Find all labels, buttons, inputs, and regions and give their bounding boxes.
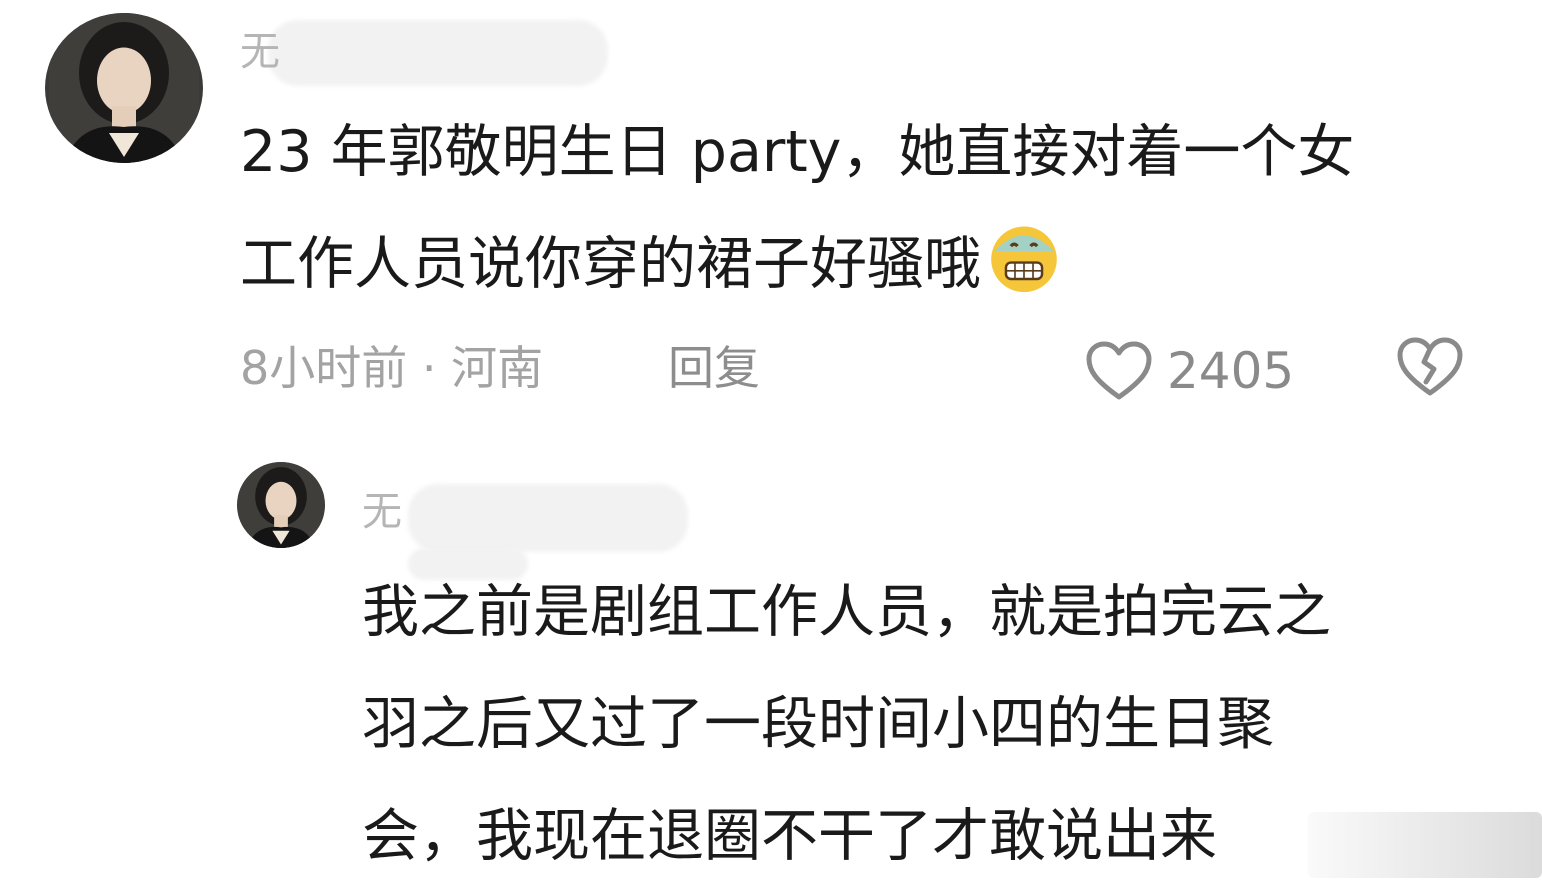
like-button[interactable]: 2405 [1085, 340, 1294, 402]
meta-separator: · [421, 341, 437, 395]
reply-username[interactable]: 无 [362, 488, 402, 536]
comment-meta: 8小时前 · 河南 [240, 340, 543, 396]
comment-text-line-2: 工作人员说你穿的裙子好骚哦 [240, 208, 1065, 320]
comment-location: 河南 [451, 341, 544, 395]
dislike-button[interactable] [1396, 336, 1464, 398]
reply-text-line-3: 会，我现在退圈不干了才敢说出来 [362, 803, 1217, 869]
like-count: 2405 [1167, 342, 1295, 400]
avatar-portrait-icon [49, 13, 199, 163]
reply-username-redaction [408, 484, 688, 552]
reply-text-line-1: 我之前是剧组工作人员，就是拍完云之 [362, 579, 1331, 645]
comment-text-line-2-content: 工作人员说你穿的裙子好骚哦 [240, 231, 981, 297]
reply-avatar[interactable] [237, 462, 325, 548]
commenter-avatar[interactable] [45, 13, 203, 163]
reply-text-line-2: 羽之后又过了一段时间小四的生日聚 [362, 691, 1274, 757]
broken-heart-icon [1396, 336, 1464, 398]
comment-text-line-1: 23 年郭敬明生日 party，她直接对着一个女 [240, 119, 1355, 185]
username-redaction [268, 20, 608, 86]
watermark-overlay [1308, 812, 1542, 878]
cold-sweat-emoji-icon [983, 215, 1065, 297]
reply-button[interactable]: 回复 [668, 340, 760, 396]
heart-outline-icon [1085, 340, 1153, 402]
avatar-portrait-icon [238, 462, 324, 548]
commenter-username[interactable]: 无 [240, 28, 280, 76]
comment-time: 8小时前 [240, 341, 408, 395]
